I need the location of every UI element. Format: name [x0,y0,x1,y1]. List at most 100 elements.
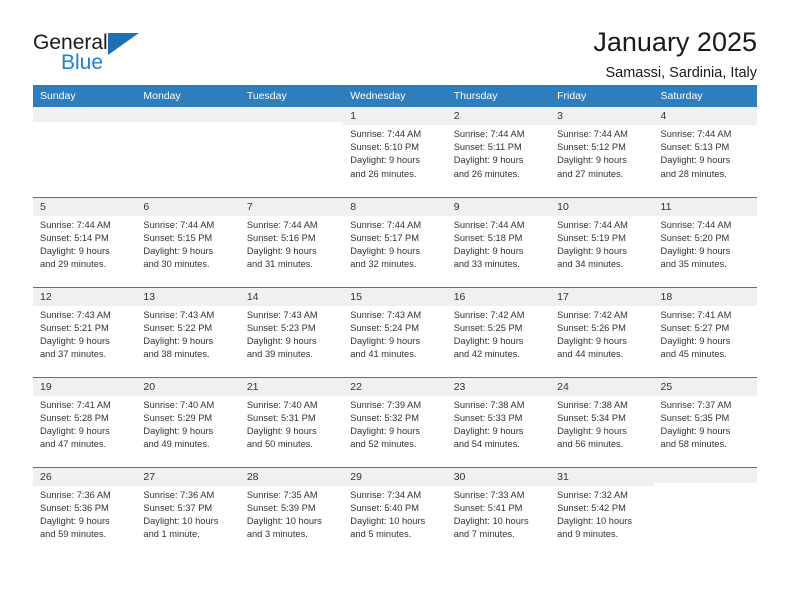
day-daylight-1-text: Daylight: 9 hours [143,335,214,346]
day-daylight-2-text: and 26 minutes. [453,168,520,179]
day-daylight-1-text: Daylight: 9 hours [350,335,421,346]
day-details: Sunrise: 7:44 AM Sunset: 5:15 PM Daylight:… [136,216,239,272]
day-number [33,107,137,122]
day-sunset-text: Sunset: 5:29 PM [143,412,213,423]
calendar-day-cell[interactable]: 10 Sunrise: 7:44 AM Sunset: 5:19 PM Dayligh… [550,196,654,287]
calendar-day-cell[interactable]: 22 Sunrise: 7:39 AM Sunset: 5:32 PM Dayligh… [343,376,447,467]
day-details: Sunrise: 7:32 AM Sunset: 5:42 PM Daylight:… [550,486,653,542]
day-daylight-1-text: Daylight: 9 hours [246,245,317,256]
day-number: 18 [653,287,757,306]
day-daylight-2-text: and 45 minutes. [660,349,727,360]
calendar-day-cell[interactable]: 27 Sunrise: 7:36 AM Sunset: 5:37 PM Dayligh… [136,466,240,557]
day-sunrise-text: Sunrise: 7:43 AM [350,309,422,320]
calendar-day-cell[interactable]: 29 Sunrise: 7:34 AM Sunset: 5:40 PM Dayligh… [343,466,447,557]
day-sunrise-text: Sunrise: 7:34 AM [350,489,422,500]
calendar-day-cell[interactable]: 13 Sunrise: 7:43 AM Sunset: 5:22 PM Dayligh… [136,286,240,377]
day-details: Sunrise: 7:40 AM Sunset: 5:31 PM Daylight:… [240,396,343,452]
calendar-day-cell[interactable]: 15 Sunrise: 7:43 AM Sunset: 5:24 PM Dayligh… [343,286,447,377]
calendar-day-cell[interactable]: 11 Sunrise: 7:44 AM Sunset: 5:20 PM Dayligh… [653,196,757,287]
calendar-day-cell[interactable]: 9 Sunrise: 7:44 AM Sunset: 5:18 PM Daylight… [446,196,551,287]
day-sunset-text: Sunset: 5:37 PM [143,502,213,513]
day-sunrise-text: Sunrise: 7:39 AM [350,399,422,410]
calendar-day-cell-empty [33,107,137,197]
day-daylight-2-text: and 30 minutes. [143,259,210,270]
day-daylight-1-text: Daylight: 9 hours [557,425,627,436]
calendar-day-cell[interactable]: 26 Sunrise: 7:36 AM Sunset: 5:36 PM Dayligh… [33,466,137,557]
day-daylight-2-text: and 52 minutes. [350,439,417,450]
day-details: Sunrise: 7:34 AM Sunset: 5:40 PM Daylight:… [343,486,446,542]
day-daylight-2-text: and 44 minutes. [557,349,624,360]
calendar-day-cell[interactable]: 23 Sunrise: 7:38 AM Sunset: 5:33 PM Dayligh… [446,376,551,467]
day-details: Sunrise: 7:44 AM Sunset: 5:17 PM Daylight:… [343,216,446,272]
day-daylight-2-text: and 54 minutes. [453,439,520,450]
calendar-day-cell[interactable]: 7 Sunrise: 7:44 AM Sunset: 5:16 PM Daylight… [239,196,344,287]
general-blue-logo[interactable]: General Blue [33,28,139,73]
day-sunrise-text: Sunrise: 7:42 AM [453,309,525,320]
calendar-day-cell[interactable]: 3 Sunrise: 7:44 AM Sunset: 5:12 PM Daylight… [550,107,654,197]
page-header: General Blue January 2025 Samassi, Sardi… [0,0,792,82]
day-sunrise-text: Sunrise: 7:36 AM [40,489,111,500]
calendar-day-cell[interactable]: 5 Sunrise: 7:44 AM Sunset: 5:14 PM Daylight… [33,196,137,287]
calendar-day-cell[interactable]: 31 Sunrise: 7:32 AM Sunset: 5:42 PM Dayligh… [550,466,654,557]
day-sunrise-text: Sunrise: 7:44 AM [557,219,628,230]
day-daylight-2-text: and 27 minutes. [557,168,624,179]
day-number: 27 [136,467,240,486]
calendar-day-cell[interactable]: 16 Sunrise: 7:42 AM Sunset: 5:25 PM Dayligh… [446,286,551,377]
calendar-day-cell[interactable]: 20 Sunrise: 7:40 AM Sunset: 5:29 PM Dayligh… [136,376,240,467]
day-sunset-text: Sunset: 5:35 PM [660,412,730,423]
day-sunset-text: Sunset: 5:36 PM [40,502,109,513]
day-sunrise-text: Sunrise: 7:44 AM [350,219,422,230]
weekday-header-sunday: Sunday [33,85,137,107]
calendar-day-cell[interactable]: 30 Sunrise: 7:33 AM Sunset: 5:41 PM Dayligh… [446,466,551,557]
day-details: Sunrise: 7:44 AM Sunset: 5:16 PM Daylight:… [240,216,343,272]
logo-text-blue: Blue [61,51,104,74]
calendar-day-cell[interactable]: 25 Sunrise: 7:37 AM Sunset: 5:35 PM Dayligh… [653,376,757,467]
calendar-page: General Blue January 2025 Samassi, Sardi… [0,0,792,612]
calendar-day-cell[interactable]: 1 Sunrise: 7:44 AM Sunset: 5:10 PM Daylight… [343,107,447,197]
calendar-day-cell[interactable]: 18 Sunrise: 7:41 AM Sunset: 5:27 PM Dayligh… [653,286,757,377]
day-sunrise-text: Sunrise: 7:41 AM [40,399,111,410]
calendar-day-cell[interactable]: 17 Sunrise: 7:42 AM Sunset: 5:26 PM Dayligh… [550,286,654,377]
calendar-day-cell[interactable]: 6 Sunrise: 7:44 AM Sunset: 5:15 PM Daylight… [136,196,240,287]
day-sunset-text: Sunset: 5:15 PM [143,232,213,243]
day-details: Sunrise: 7:43 AM Sunset: 5:22 PM Daylight:… [136,306,239,362]
calendar-day-cell[interactable]: 8 Sunrise: 7:44 AM Sunset: 5:17 PM Daylight… [343,196,447,287]
day-number: 10 [550,197,654,216]
day-number: 13 [136,287,240,306]
day-daylight-1-text: Daylight: 9 hours [350,155,421,166]
day-details: Sunrise: 7:44 AM Sunset: 5:14 PM Daylight:… [33,216,136,272]
day-details: Sunrise: 7:44 AM Sunset: 5:11 PM Daylight:… [447,125,550,181]
day-daylight-1-text: Daylight: 9 hours [350,425,421,436]
day-daylight-2-text: and 35 minutes. [660,259,727,270]
day-sunset-text: Sunset: 5:19 PM [557,232,626,243]
day-daylight-2-text: and 9 minutes. [557,529,619,540]
calendar-day-cell[interactable]: 21 Sunrise: 7:40 AM Sunset: 5:31 PM Dayligh… [239,376,344,467]
day-sunset-text: Sunset: 5:20 PM [660,232,730,243]
calendar-day-cell[interactable]: 24 Sunrise: 7:38 AM Sunset: 5:34 PM Dayligh… [550,376,654,467]
calendar-header-row: Sunday Monday Tuesday Wednesday Thursday Frid… [33,85,757,107]
calendar-day-cell[interactable]: 2 Sunrise: 7:44 AM Sunset: 5:11 PM Daylight… [446,107,551,197]
day-sunset-text: Sunset: 5:23 PM [246,322,316,333]
day-daylight-2-text: and 33 minutes. [453,259,520,270]
day-daylight-1-text: Daylight: 9 hours [660,245,731,256]
day-daylight-1-text: Daylight: 9 hours [557,335,627,346]
day-sunset-text: Sunset: 5:28 PM [40,412,109,423]
day-sunset-text: Sunset: 5:10 PM [350,142,419,153]
calendar-day-cell[interactable]: 12 Sunrise: 7:43 AM Sunset: 5:21 PM Dayligh… [33,286,137,377]
day-daylight-1-text: Daylight: 9 hours [660,335,731,346]
day-number: 7 [239,197,344,216]
day-number: 12 [33,287,137,306]
calendar-day-cell[interactable]: 28 Sunrise: 7:35 AM Sunset: 5:39 PM Dayligh… [239,466,344,557]
day-details: Sunrise: 7:41 AM Sunset: 5:27 PM Daylight:… [654,306,757,362]
day-number: 20 [136,377,240,396]
day-daylight-1-text: Daylight: 9 hours [40,335,110,346]
calendar-day-cell[interactable]: 19 Sunrise: 7:41 AM Sunset: 5:28 PM Dayligh… [33,376,137,467]
calendar-day-cell[interactable]: 4 Sunrise: 7:44 AM Sunset: 5:13 PM Daylight… [653,107,757,197]
day-daylight-1-text: Daylight: 9 hours [350,245,421,256]
day-sunrise-text: Sunrise: 7:44 AM [350,129,422,140]
calendar-week-row: 12 Sunrise: 7:43 AM Sunset: 5:21 PM Dayligh… [33,286,757,377]
calendar-day-cell[interactable]: 14 Sunrise: 7:43 AM Sunset: 5:23 PM Dayligh… [239,286,344,377]
day-sunset-text: Sunset: 5:31 PM [246,412,316,423]
day-details: Sunrise: 7:44 AM Sunset: 5:13 PM Daylight:… [654,125,757,181]
day-sunset-text: Sunset: 5:41 PM [453,502,523,513]
